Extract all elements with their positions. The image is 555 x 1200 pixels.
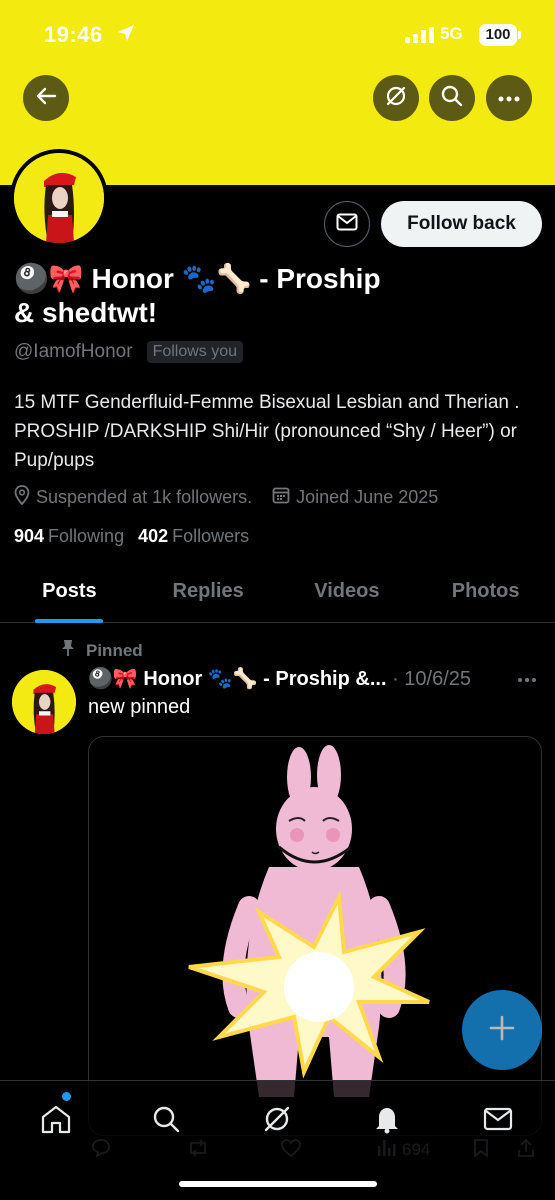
active-tab-indicator [35,619,104,623]
plus-icon [488,1014,516,1047]
nav-messages[interactable] [478,1101,518,1141]
grok-icon [384,84,408,113]
back-arrow-icon [35,85,57,112]
message-button[interactable] [324,201,370,247]
post-media-image[interactable] [88,736,542,1136]
back-button[interactable] [23,75,69,121]
joined-text: Joined June 2025 [296,487,439,507]
post-more-icon[interactable] [517,670,537,688]
compose-button[interactable] [462,990,542,1070]
nav-search[interactable] [146,1101,186,1141]
following-link[interactable]: 904 Following [14,526,124,547]
search-icon [151,1104,181,1139]
signal-bars-icon [405,27,435,48]
nav-notifications[interactable] [367,1101,407,1141]
followers-label: Followers [172,526,250,546]
tab-posts[interactable]: Posts [0,568,139,623]
tab-replies[interactable]: Replies [139,568,278,622]
home-notification-dot [62,1092,71,1101]
follows-you-badge: Follows you [146,341,244,363]
handle-row: @IamofHonor Follows you [14,341,244,363]
tab-replies-label: Replies [172,580,244,602]
nav-home[interactable] [36,1101,76,1141]
location-text: Suspended at 1k followers. [36,487,253,507]
mail-icon [483,1107,513,1136]
followers-count: 402 [138,526,169,546]
location-pin-icon [14,485,30,510]
grok-icon [262,1104,292,1139]
location-item: Suspended at 1k followers. [14,485,252,510]
post-header: 🎱🎀 Honor 🐾🦴 - Proship &... · 10/6/25 [88,666,508,691]
post-author-name[interactable]: 🎱🎀 Honor 🐾🦴 - Proship &... [88,668,387,690]
location-arrow-icon [116,23,136,48]
battery-indicator: 100 [479,24,521,46]
profile-handle: @IamofHonor [14,341,133,362]
tab-photos-label: Photos [451,580,520,602]
display-name-line2: & shedtwt! [14,297,158,328]
post-date[interactable]: 10/6/25 [404,668,471,690]
post-text: new pinned [88,696,191,718]
pinned-indicator: Pinned [60,639,143,662]
home-indicator [179,1181,377,1187]
followers-link[interactable]: 402 Followers [138,526,249,547]
more-icon [498,89,520,107]
follow-counts: 904 Following 402 Followers [14,526,249,547]
tab-photos[interactable]: Photos [416,568,555,622]
post-author-avatar[interactable] [12,670,76,734]
more-button[interactable] [486,75,532,121]
following-count: 904 [14,526,45,546]
follow-back-button[interactable]: Follow back [381,201,542,247]
tab-posts-label: Posts [42,580,97,602]
network-type: 5G [440,24,463,43]
tab-videos[interactable]: Videos [278,568,417,622]
search-button[interactable] [429,75,475,121]
status-bar: 19:46 5G 100 [0,18,555,54]
search-icon [440,84,464,113]
profile-bio: 15 MTF Genderfluid-Femme Bisexual Lesbia… [14,392,520,471]
calendar-icon [272,486,290,509]
avatar-image [14,153,104,243]
home-icon [40,1104,72,1139]
profile-tabs: Posts Replies Videos Photos [0,568,555,623]
profile-display-name: 🎱🎀 Honor 🐾🦴 - Proship & shedtwt! [14,262,434,330]
nav-grok[interactable] [257,1101,297,1141]
profile-meta: Suspended at 1k followers. Joined June 2… [14,485,458,510]
mail-icon [336,213,358,236]
following-label: Following [48,526,125,546]
status-time: 19:46 [44,22,103,47]
profile-avatar[interactable] [10,149,108,247]
tab-videos-label: Videos [314,580,380,602]
joined-item: Joined June 2025 [272,486,438,509]
pin-icon [60,639,76,662]
post-separator: · [392,668,405,690]
display-name-line1: 🎱🎀 Honor 🐾🦴 - Proship [14,263,381,294]
pinned-label: Pinned [86,640,143,660]
bell-icon [373,1104,401,1139]
grok-button[interactable] [373,75,419,121]
